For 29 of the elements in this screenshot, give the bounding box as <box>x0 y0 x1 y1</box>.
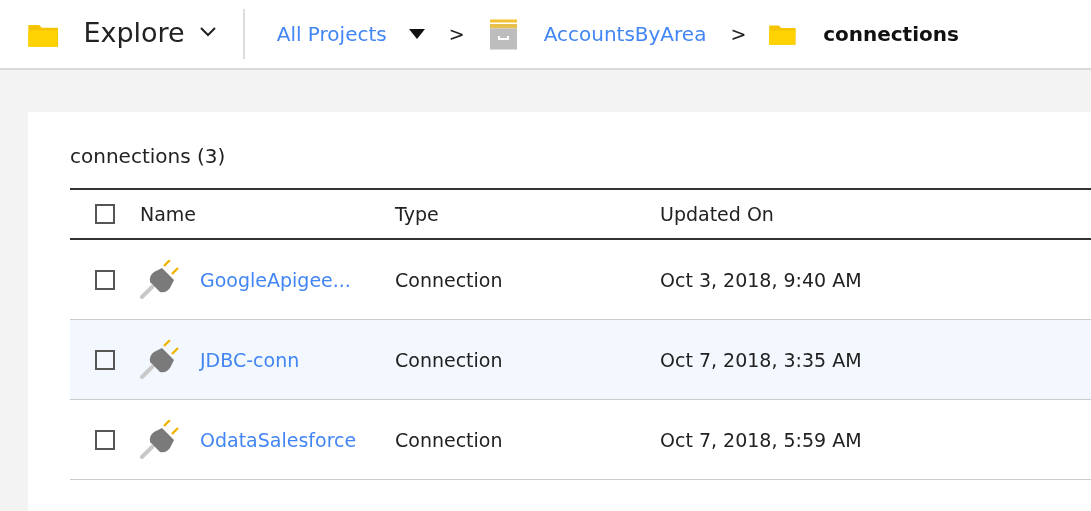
row-checkbox[interactable] <box>95 429 115 450</box>
table-row[interactable]: JDBC-conn Connection Oct 7, 2018, 3:35 AM <box>70 320 1091 400</box>
table-row[interactable]: OdataSalesforce Connection Oct 7, 2018, 5:59 AM <box>70 400 1091 480</box>
column-header[interactable]: Name <box>140 203 197 225</box>
plug-icon <box>140 419 182 460</box>
table-cell: Connection <box>395 428 503 451</box>
breadcrumb-current: connections <box>823 22 959 46</box>
select-all-checkbox[interactable] <box>95 204 115 224</box>
chevron-down-icon <box>198 26 217 38</box>
table-cell: Oct 7, 2018, 5:59 AM <box>660 428 862 451</box>
plug-icon <box>140 339 182 380</box>
table-cell: Oct 7, 2018, 3:35 AM <box>660 348 862 371</box>
column-header[interactable]: Type <box>395 203 439 225</box>
explore-dropdown[interactable]: Explore <box>83 16 217 52</box>
dropdown-triangle-icon[interactable] <box>408 29 425 39</box>
row-checkbox[interactable] <box>95 269 115 290</box>
breadcrumb-link[interactable]: All Projects <box>276 22 387 46</box>
panel-title: connections (3) <box>70 143 227 170</box>
plug-icon <box>140 259 182 300</box>
table-cell: Connection <box>395 268 503 291</box>
column-header[interactable]: Updated On <box>660 203 774 225</box>
breadcrumb-separator: > <box>448 23 465 45</box>
table-cell: Connection <box>395 348 503 371</box>
connection-link[interactable]: GoogleApigee... <box>200 268 351 291</box>
breadcrumb-separator: > <box>730 23 747 45</box>
connection-link[interactable]: OdataSalesforce <box>200 428 357 451</box>
table-cell: Oct 3, 2018, 9:40 AM <box>660 268 862 291</box>
breadcrumb-link[interactable]: AccountsByArea <box>543 22 707 46</box>
row-checkbox[interactable] <box>95 349 115 370</box>
